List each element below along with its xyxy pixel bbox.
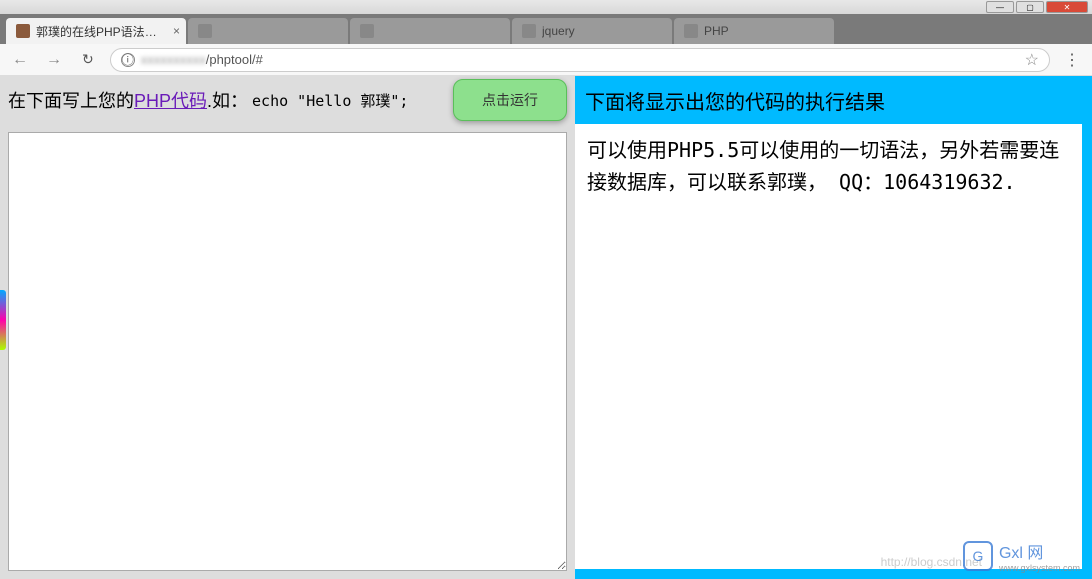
url-blurred: xxxxxxxxxx <box>141 52 206 67</box>
browser-tab-active[interactable]: 郭璞的在线PHP语法练习 × <box>6 18 186 44</box>
right-column: 下面将显示出您的代码的执行结果 可以使用PHP5.5可以使用的一切语法，另外若需… <box>575 76 1092 579</box>
browser-tab[interactable]: PHP <box>674 18 834 44</box>
window-controls: — ▢ ✕ <box>0 0 1092 14</box>
tab-close-icon[interactable]: × <box>173 24 180 38</box>
back-button[interactable]: ← <box>8 49 32 71</box>
tab-bar: 郭璞的在线PHP语法练习 × jquery PHP <box>0 14 1092 44</box>
browser-tab[interactable] <box>188 18 348 44</box>
result-output: 可以使用PHP5.5可以使用的一切语法，另外若需要连接数据库，可以联系郭璞， Q… <box>575 124 1082 569</box>
tab-title: jquery <box>542 24 575 38</box>
url-input[interactable]: ⓘ xxxxxxxxxx /phptool/# ☆ <box>110 48 1050 72</box>
reload-button[interactable]: ↻ <box>76 49 100 70</box>
right-header: 下面将显示出您的代码的执行结果 <box>575 76 1082 124</box>
side-indicator <box>0 290 6 350</box>
window-maximize-button[interactable]: ▢ <box>1016 1 1044 13</box>
page-content: 在下面写上您的 PHP代码 .如： echo "Hello 郭璞"; 点击运行 … <box>0 76 1092 579</box>
left-column: 在下面写上您的 PHP代码 .如： echo "Hello 郭璞"; 点击运行 <box>0 76 575 579</box>
favicon-icon <box>198 24 212 38</box>
window-close-button[interactable]: ✕ <box>1046 1 1088 13</box>
browser-menu-button[interactable]: ⋮ <box>1060 50 1084 70</box>
watermark-sub: www.gxlsystem.com <box>999 563 1080 573</box>
browser-tab[interactable]: jquery <box>512 18 672 44</box>
header-example: echo "Hello 郭璞"; <box>252 90 408 111</box>
php-code-link[interactable]: PHP代码 <box>134 87 207 113</box>
site-info-icon[interactable]: ⓘ <box>121 53 135 67</box>
tab-title: PHP <box>704 24 729 38</box>
watermark-text: Gxl 网 <box>999 539 1080 563</box>
browser-tab[interactable] <box>350 18 510 44</box>
watermark-logo-icon: G <box>963 541 993 571</box>
run-button[interactable]: 点击运行 <box>453 79 567 121</box>
header-text-prefix: 在下面写上您的 <box>8 87 134 113</box>
window-minimize-button[interactable]: — <box>986 1 1014 13</box>
forward-button[interactable]: → <box>42 49 66 71</box>
address-bar: ← → ↻ ⓘ xxxxxxxxxx /phptool/# ☆ ⋮ <box>0 44 1092 76</box>
code-input[interactable] <box>8 132 567 571</box>
favicon-icon <box>684 24 698 38</box>
watermark: G Gxl 网 www.gxlsystem.com <box>963 539 1080 573</box>
favicon-icon <box>522 24 536 38</box>
header-text-suffix: .如： <box>207 87 248 113</box>
tab-title: 郭璞的在线PHP语法练习 <box>36 23 162 40</box>
url-path: /phptool/# <box>206 52 263 67</box>
favicon-icon <box>16 24 30 38</box>
left-header: 在下面写上您的 PHP代码 .如： echo "Hello 郭璞"; 点击运行 <box>0 76 575 124</box>
bookmark-star-icon[interactable]: ☆ <box>1025 50 1039 70</box>
favicon-icon <box>360 24 374 38</box>
